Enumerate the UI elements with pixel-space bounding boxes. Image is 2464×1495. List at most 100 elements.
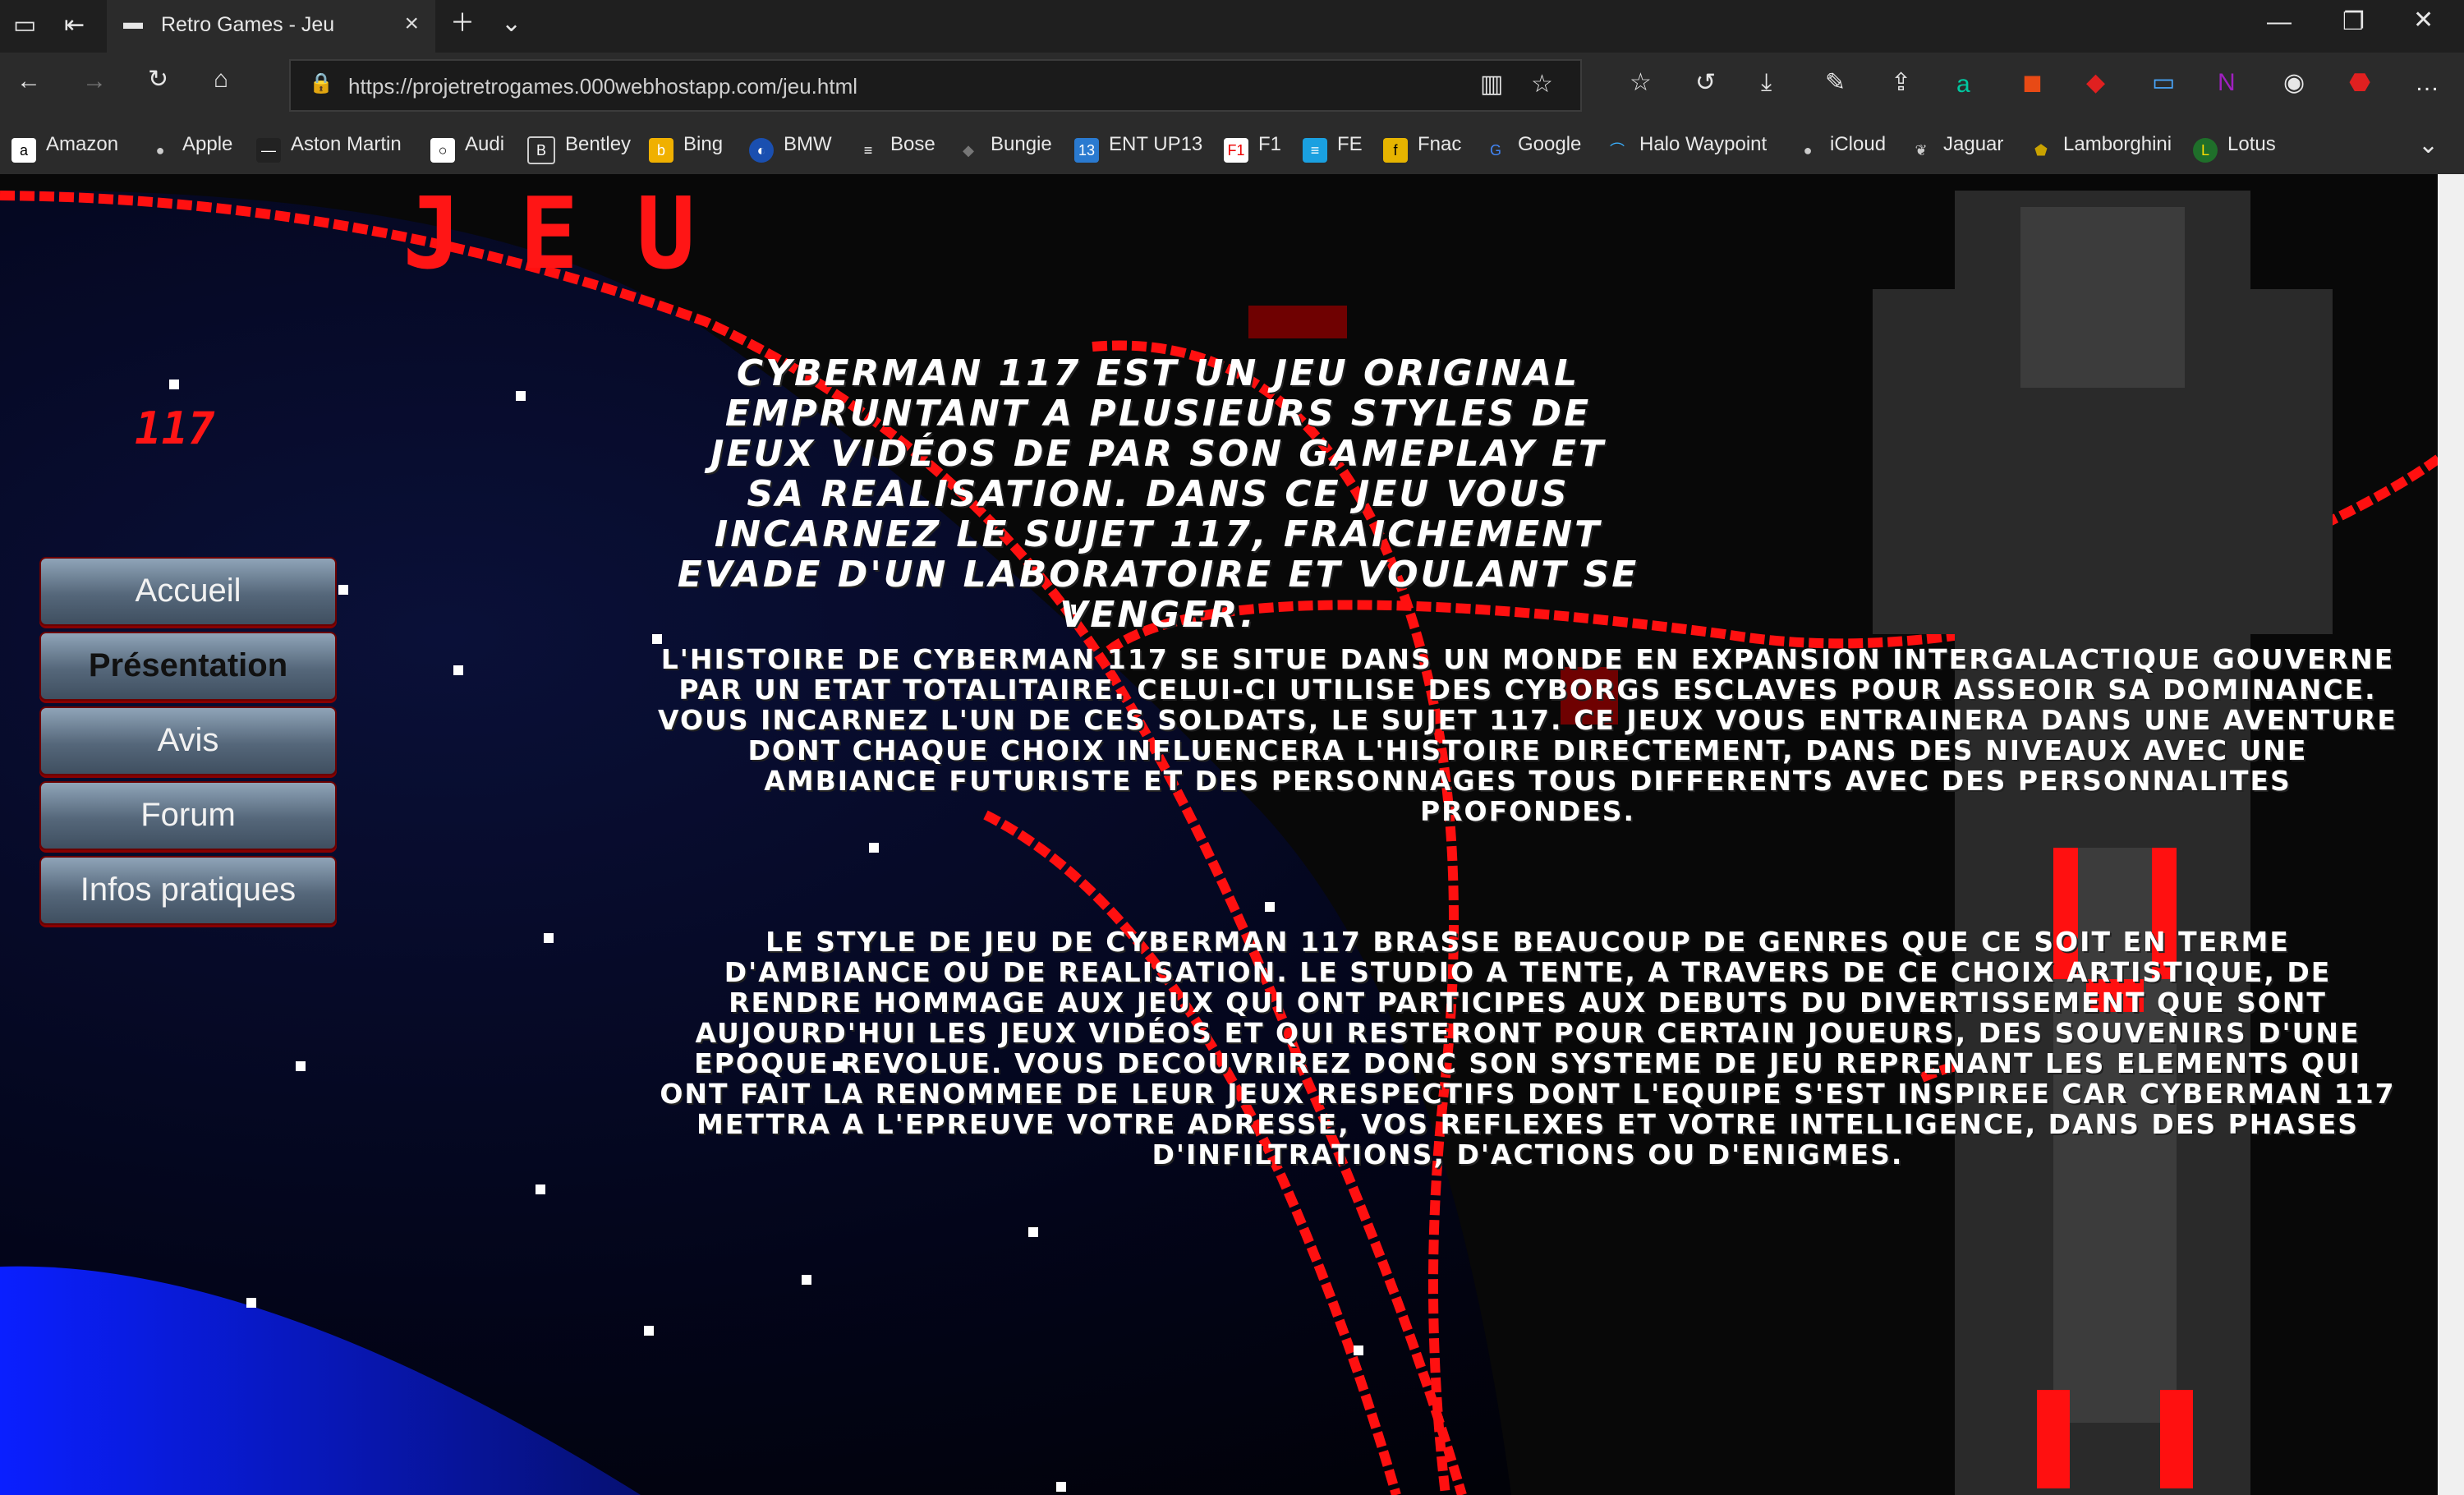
tab-actions-icon[interactable]: ▭ xyxy=(13,13,36,38)
star xyxy=(169,380,179,389)
star xyxy=(536,1184,545,1194)
message-icon[interactable]: ▭ xyxy=(2152,71,2175,95)
star xyxy=(1056,1482,1066,1492)
bookmark-aston-martin[interactable]: — Aston Martin xyxy=(256,133,402,163)
bookmark-icloud[interactable]: ● iCloud xyxy=(1795,133,1886,163)
star xyxy=(296,1061,306,1071)
star xyxy=(644,1326,654,1336)
address-bar[interactable]: 🔒 https://projetretrogames.000webhostapp… xyxy=(289,59,1582,112)
star xyxy=(1265,902,1275,912)
browser-chrome: ▭ ⇤ ▬ Retro Games - Jeu × ＋ ⌄ — ❐ ✕ ← → … xyxy=(0,0,2464,174)
star xyxy=(544,933,554,943)
bookmark-f1[interactable]: F1 F1 xyxy=(1224,133,1281,163)
restore-icon[interactable]: ❐ xyxy=(2342,10,2365,34)
pdf-icon[interactable]: ◆ xyxy=(2086,71,2105,95)
apple-icon: ● xyxy=(155,142,165,159)
star xyxy=(338,585,348,595)
lamborghini-icon: ⬟ xyxy=(2034,142,2048,159)
bookmark-lotus[interactable]: L Lotus xyxy=(2193,133,2276,163)
url-text: https://projetretrogames.000webhostapp.c… xyxy=(348,74,858,99)
ent-up13-icon: 13 xyxy=(1074,138,1099,163)
bookmark-bungie[interactable]: ◆ Bungie xyxy=(956,133,1052,163)
subject-number: 117 xyxy=(135,402,215,454)
halo-waypoint-icon: ⌒ xyxy=(1610,142,1625,159)
bookmark-halo-waypoint[interactable]: ⌒ Halo Waypoint xyxy=(1605,133,1767,163)
bookmark-ent-up13[interactable]: 13 ENT UP13 xyxy=(1074,133,1202,163)
menu-item-presentation[interactable]: Présentation xyxy=(39,632,337,701)
share-icon[interactable]: ⇪ xyxy=(1891,71,1911,95)
home-icon[interactable]: ⌂ xyxy=(214,67,228,92)
lock-icon: 🔒 xyxy=(309,72,333,94)
refresh-icon[interactable]: ↻ xyxy=(148,67,168,92)
bookmark-fe[interactable]: ≡ FE xyxy=(1303,133,1363,163)
menu-item-forum[interactable]: Forum xyxy=(39,781,337,850)
google-icon: G xyxy=(1489,142,1501,159)
amazon-assistant-icon[interactable]: a xyxy=(1956,72,1970,97)
gameplay-style-paragraph: Le style de jeu de Cyberman 117 brasse b… xyxy=(660,926,2396,1171)
main-menu: Accueil Présentation Avis Forum Infos pr… xyxy=(39,557,337,931)
fe-icon: ≡ xyxy=(1303,138,1327,163)
more-icon[interactable]: … xyxy=(2415,71,2439,95)
menu-item-avis[interactable]: Avis xyxy=(39,706,337,775)
bookmarks-overflow-chevron-icon[interactable]: ⌄ xyxy=(2418,133,2439,158)
tab-retro-games[interactable]: ▬ Retro Games - Jeu × xyxy=(107,0,435,53)
minimize-icon[interactable]: — xyxy=(2267,10,2292,34)
chevron-down-icon[interactable]: ⌄ xyxy=(501,12,522,36)
favorites-list-icon[interactable]: ☆ xyxy=(1630,71,1652,95)
close-tab-icon[interactable]: × xyxy=(404,10,419,38)
aston-martin-icon: — xyxy=(256,138,281,163)
back-icon[interactable]: ← xyxy=(16,69,41,94)
bentley-icon: B xyxy=(527,136,555,164)
webpage: JEU 117 Accueil Présentation Avis Forum … xyxy=(0,174,2464,1495)
bookmark-google[interactable]: G Google xyxy=(1483,133,1581,163)
ghostery-icon[interactable]: ◉ xyxy=(2283,71,2305,95)
star xyxy=(453,665,463,675)
bookmark-apple[interactable]: ● Apple xyxy=(148,133,233,163)
bungie-icon: ◆ xyxy=(963,142,974,159)
story-paragraph: L'histoire de Cyberman 117 se situe dans… xyxy=(658,643,2397,827)
bookmark-bing[interactable]: b Bing xyxy=(649,133,723,163)
bookmark-jaguar[interactable]: ❦ Jaguar xyxy=(1909,133,2003,163)
f1-icon: F1 xyxy=(1224,138,1248,163)
menu-item-infos-pratiques[interactable]: Infos pratiques xyxy=(39,856,337,925)
bmw-icon: ◐ xyxy=(749,138,774,163)
tab-bar: ▭ ⇤ ▬ Retro Games - Jeu × ＋ ⌄ — ❐ ✕ xyxy=(0,0,2464,53)
bookmarks-bar: a Amazon ● Apple — Aston Martin ○ Audi B Bent… xyxy=(0,118,2464,174)
page-title: JEU xyxy=(402,177,753,292)
tab-title: Retro Games - Jeu xyxy=(161,13,335,36)
bookmark-audi[interactable]: ○ Audi xyxy=(430,133,504,163)
star xyxy=(1354,1346,1363,1355)
star xyxy=(246,1298,256,1308)
bookmark-bentley[interactable]: B Bentley xyxy=(527,133,631,164)
intro-paragraph: Cyberman 117 est un jeu original emprunt… xyxy=(677,352,1639,636)
star xyxy=(802,1275,811,1285)
star xyxy=(1028,1227,1038,1237)
download-icon[interactable]: ⤓ xyxy=(1761,71,1772,95)
office-icon[interactable]: ◼ xyxy=(2022,71,2043,95)
lotus-icon: L xyxy=(2193,138,2218,163)
amazon-icon: a xyxy=(11,138,36,163)
bookmark-fnac[interactable]: f Fnac xyxy=(1383,133,1461,163)
bose-icon: ≡ xyxy=(863,142,873,159)
close-window-icon[interactable]: ✕ xyxy=(2413,8,2434,33)
reading-view-icon[interactable]: ▥ xyxy=(1480,72,1503,97)
forward-icon[interactable]: → xyxy=(82,69,107,94)
audi-icon: ○ xyxy=(430,138,455,163)
jaguar-icon: ❦ xyxy=(1915,142,1928,159)
history-icon[interactable]: ↺ xyxy=(1695,71,1716,95)
bookmark-amazon[interactable]: a Amazon xyxy=(11,133,118,163)
onenote-icon[interactable]: N xyxy=(2218,71,2236,95)
scrollbar[interactable] xyxy=(2438,174,2464,1495)
fnac-icon: f xyxy=(1383,138,1408,163)
favorite-star-icon[interactable]: ☆ xyxy=(1531,72,1553,97)
bookmark-lamborghini[interactable]: ⬟ Lamborghini xyxy=(2029,133,2172,163)
set-aside-tabs-icon[interactable]: ⇤ xyxy=(64,13,85,38)
bookmark-bmw[interactable]: ◐ BMW xyxy=(749,133,832,163)
new-tab-icon[interactable]: ＋ xyxy=(450,12,475,36)
star xyxy=(869,843,879,853)
bookmark-bose[interactable]: ≡ Bose xyxy=(856,133,935,163)
menu-item-accueil[interactable]: Accueil xyxy=(39,557,337,626)
star xyxy=(516,391,526,401)
pen-icon[interactable]: ✎ xyxy=(1825,71,1846,95)
adblock-icon[interactable]: ⬣ xyxy=(2349,71,2370,95)
